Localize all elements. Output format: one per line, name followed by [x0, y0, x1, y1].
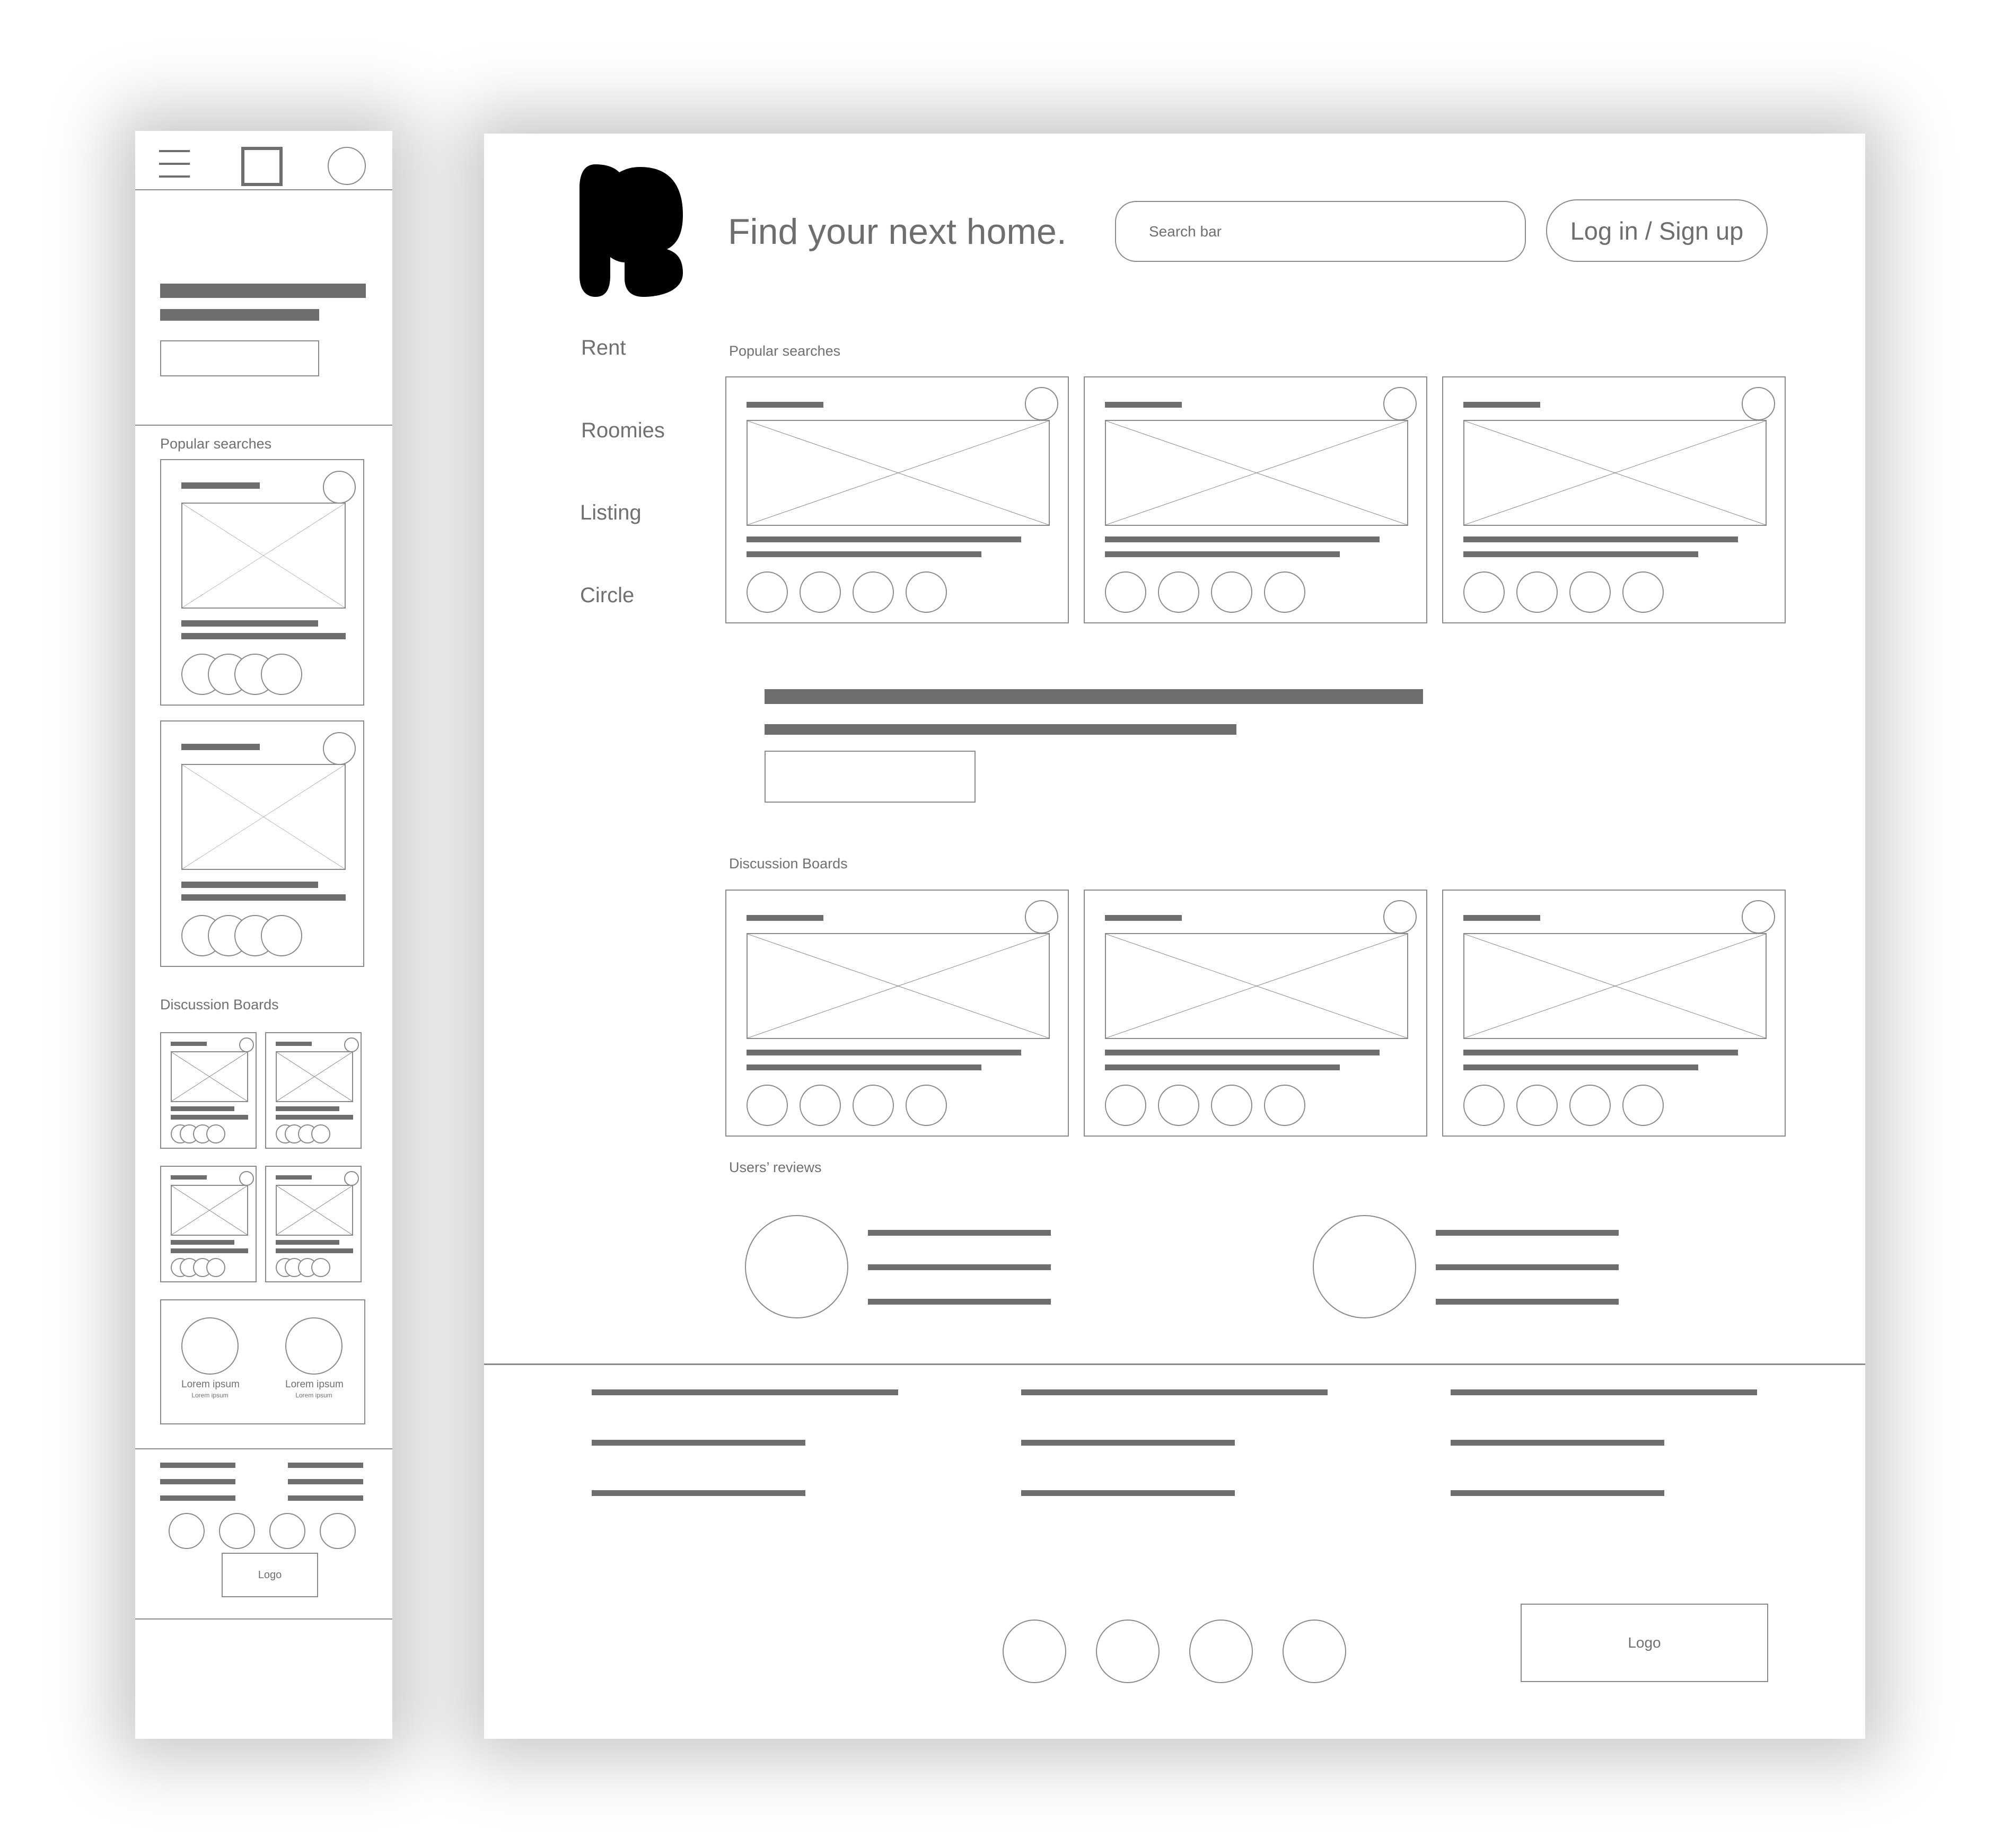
square-logo-icon[interactable] [241, 147, 283, 186]
mobile-header [135, 131, 392, 190]
login-signup-label: Log in / Sign up [1570, 216, 1744, 245]
social-icon[interactable] [1283, 1620, 1346, 1683]
social-icon[interactable] [1003, 1620, 1066, 1683]
nav-item-listing[interactable]: Listing [580, 501, 642, 525]
brand-logo-icon[interactable] [580, 164, 686, 297]
mobile-board-card[interactable] [265, 1166, 362, 1282]
mobile-hero [135, 190, 392, 426]
social-icon[interactable] [219, 1513, 255, 1549]
reviewer-name: Lorem ipsum [181, 1379, 240, 1390]
listing-card[interactable] [1084, 376, 1427, 623]
promo-cta-button[interactable] [765, 751, 976, 803]
hero-cta-button[interactable] [160, 340, 319, 376]
mobile-listing-card[interactable] [160, 720, 364, 967]
mobile-reviews-box: Lorem ipsum Lorem ipsum Lorem ipsum Lore… [160, 1299, 365, 1424]
footer-logo: Logo [1521, 1604, 1768, 1682]
desktop-wireframe: Find your next home. Search bar Log in /… [484, 134, 1865, 1739]
avatar-circle-icon[interactable] [328, 147, 366, 185]
nav-item-rent[interactable]: Rent [581, 336, 626, 360]
review-item [1313, 1215, 1631, 1321]
social-icon[interactable] [1096, 1620, 1160, 1683]
favorite-icon[interactable] [1742, 900, 1775, 934]
footer-logo-label: Logo [1628, 1634, 1661, 1651]
hero-title-bar [160, 284, 366, 298]
reviewer-name: Lorem ipsum [285, 1379, 344, 1390]
hero-subtitle-bar [160, 309, 319, 321]
favorite-icon[interactable] [1383, 387, 1417, 420]
reviewer-subtitle: Lorem ipsum [295, 1392, 332, 1399]
image-placeholder [1463, 933, 1767, 1039]
mobile-board-card[interactable] [160, 1166, 257, 1282]
review-item [745, 1215, 1063, 1321]
image-placeholder [1105, 420, 1408, 526]
mobile-wireframe: Popular searches Discussion Boards Lorem… [135, 131, 392, 1739]
social-icon[interactable] [169, 1513, 205, 1549]
reviewer-subtitle: Lorem ipsum [191, 1392, 229, 1399]
image-placeholder [747, 933, 1050, 1039]
favorite-icon[interactable] [1383, 900, 1417, 934]
promo-title-bar [765, 689, 1423, 704]
image-placeholder [276, 1185, 353, 1236]
image-placeholder [171, 1051, 248, 1102]
image-placeholder [171, 1185, 248, 1236]
board-card[interactable] [1442, 890, 1786, 1137]
mobile-discussion-boards-label: Discussion Boards [160, 997, 279, 1013]
social-icon[interactable] [320, 1513, 356, 1549]
listing-card[interactable] [1442, 376, 1786, 623]
reviewer-avatar [285, 1317, 343, 1375]
social-icon[interactable] [269, 1513, 305, 1549]
promo-subtitle-bar [765, 724, 1236, 735]
board-card[interactable] [1084, 890, 1427, 1137]
listing-card[interactable] [725, 376, 1069, 623]
favorite-icon[interactable] [1025, 900, 1058, 934]
image-placeholder [747, 420, 1050, 526]
mobile-listing-card[interactable] [160, 459, 364, 706]
users-reviews-label: Users’ reviews [729, 1159, 822, 1175]
favorite-icon[interactable] [1742, 387, 1775, 420]
image-placeholder [181, 764, 346, 870]
hamburger-icon[interactable] [159, 150, 190, 178]
search-input[interactable]: Search bar [1115, 201, 1526, 262]
image-placeholder [1463, 420, 1767, 526]
search-placeholder: Search bar [1149, 223, 1222, 240]
social-icon[interactable] [1189, 1620, 1253, 1683]
mobile-popular-searches-label: Popular searches [160, 436, 272, 452]
mobile-footer: Logo [135, 1448, 392, 1620]
page-headline: Find your next home. [728, 212, 1067, 252]
image-placeholder [181, 503, 346, 609]
image-placeholder [1105, 933, 1408, 1039]
board-card[interactable] [725, 890, 1069, 1137]
popular-searches-label: Popular searches [729, 343, 841, 359]
login-signup-button[interactable]: Log in / Sign up [1546, 199, 1768, 262]
mobile-board-card[interactable] [160, 1032, 257, 1149]
nav-item-roomies[interactable]: Roomies [581, 419, 665, 443]
desktop-footer: Logo [484, 1363, 1865, 1739]
reviewer-avatar [745, 1215, 848, 1318]
nav-item-circle[interactable]: Circle [580, 584, 634, 608]
footer-logo-label: Logo [258, 1569, 282, 1581]
image-placeholder [276, 1051, 353, 1102]
favorite-icon[interactable] [1025, 387, 1058, 420]
mobile-footer-logo: Logo [222, 1553, 318, 1597]
mobile-board-card[interactable] [265, 1032, 362, 1149]
reviewer-avatar [181, 1317, 239, 1375]
discussion-boards-label: Discussion Boards [729, 856, 848, 872]
reviewer-avatar [1313, 1215, 1416, 1318]
